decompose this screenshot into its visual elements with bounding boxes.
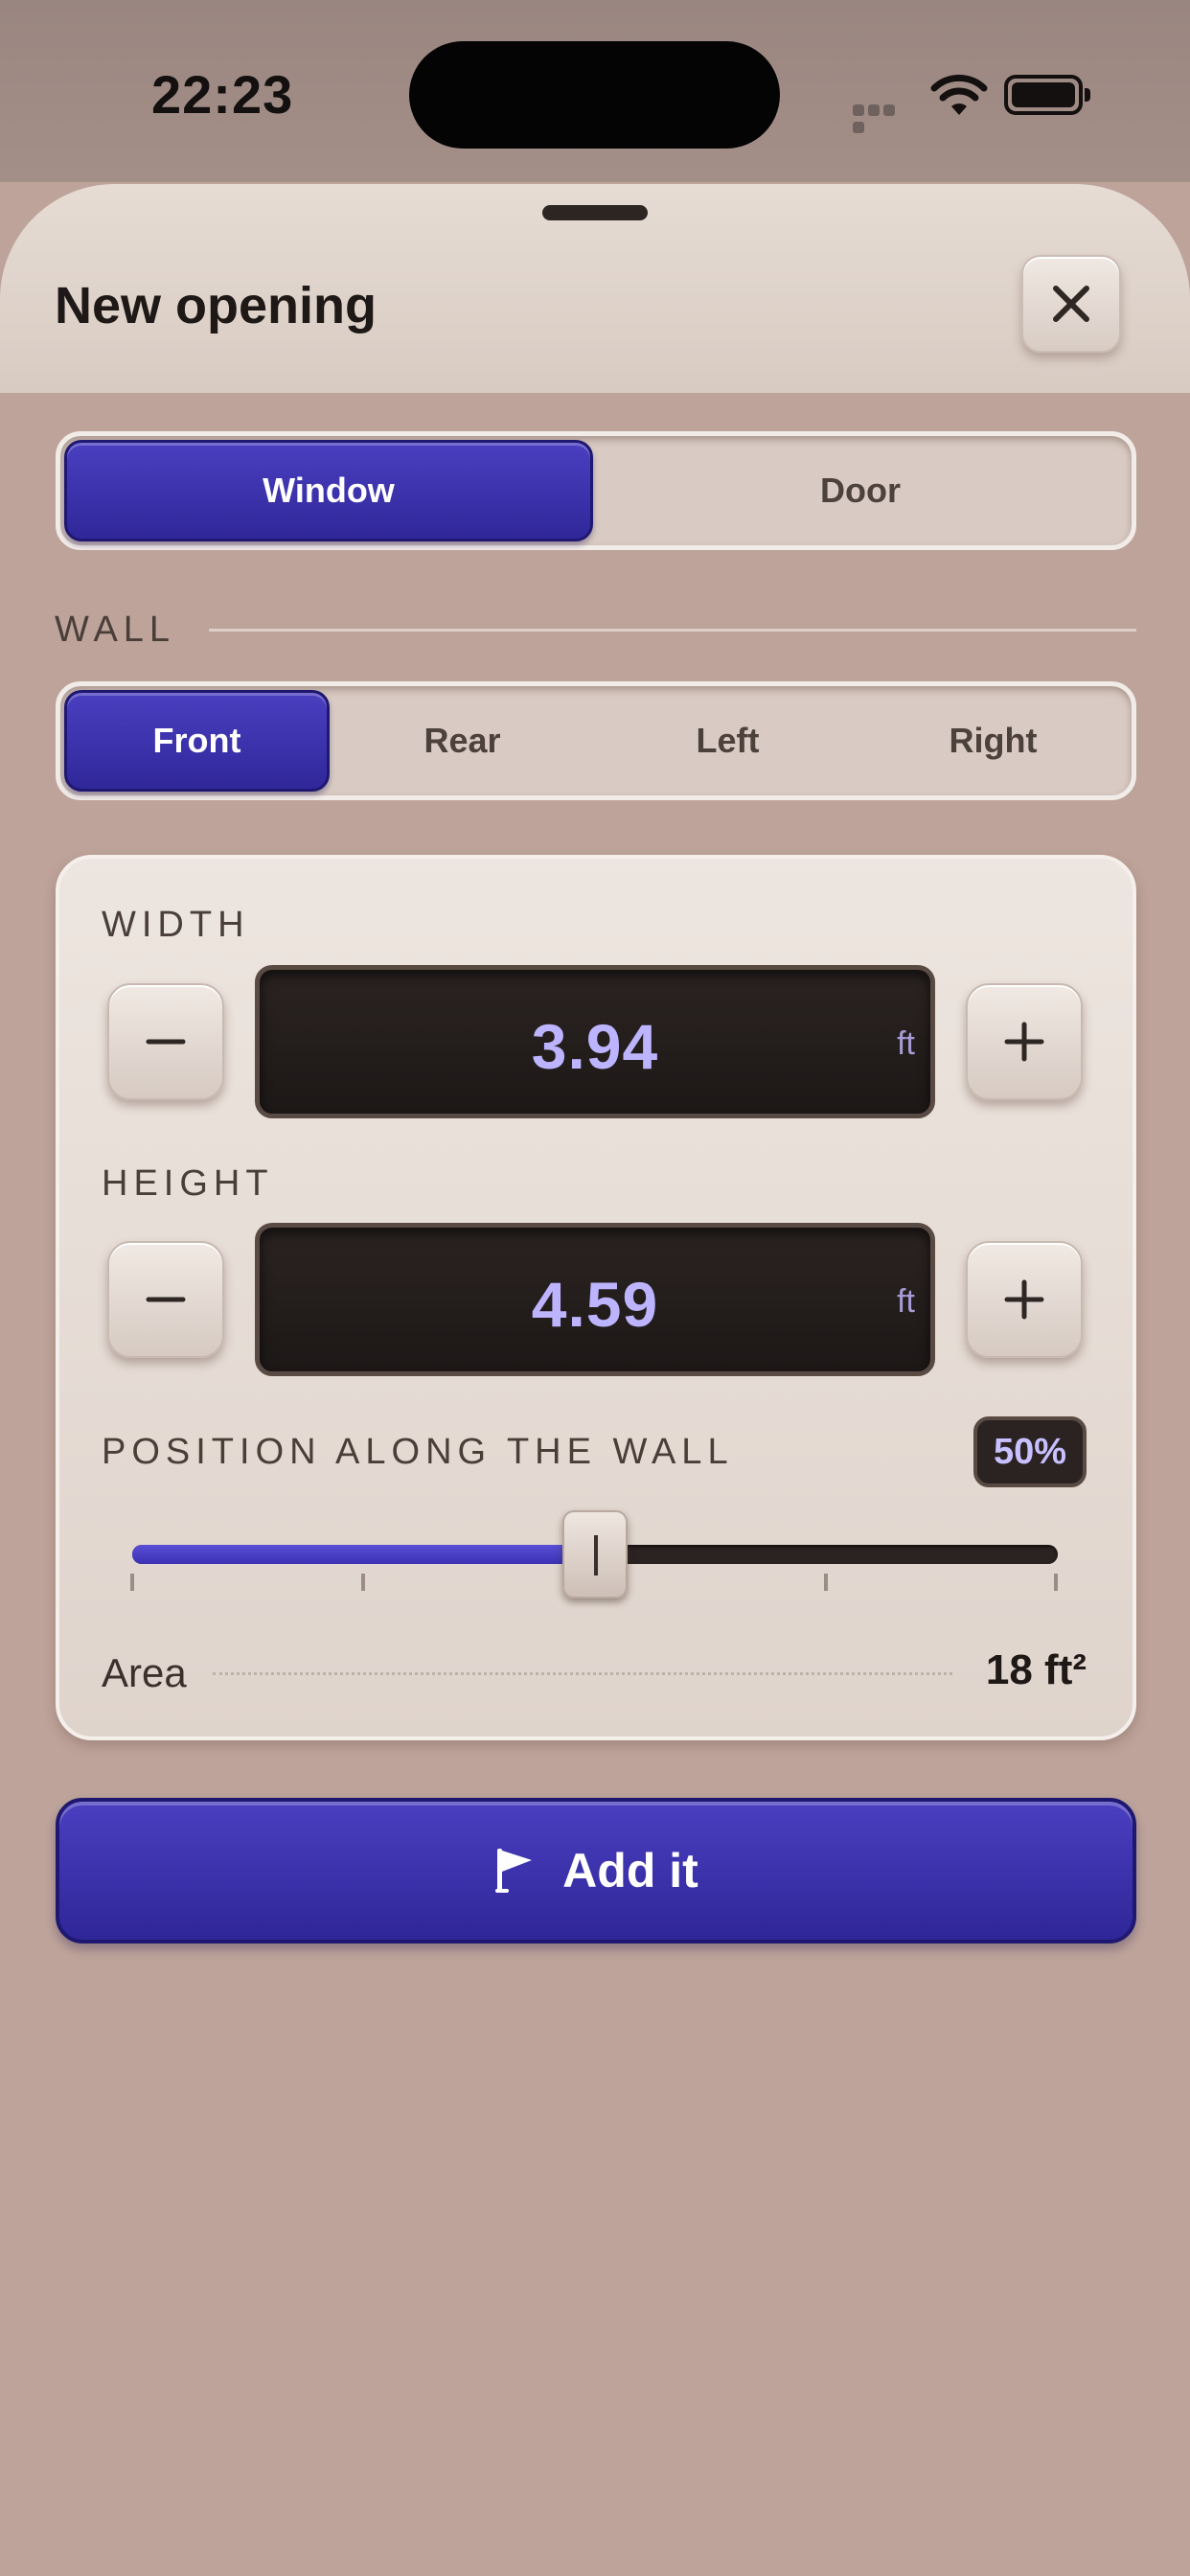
height-unit: ft — [897, 1283, 915, 1320]
close-icon — [1053, 286, 1089, 322]
sheet-title: New opening — [55, 277, 377, 334]
flag-icon — [495, 1849, 533, 1893]
position-slider-fill — [132, 1545, 595, 1564]
add-opening-button[interactable]: Add it — [56, 1798, 1136, 1944]
status-time: 22:23 — [151, 64, 294, 125]
height-label: HEIGHT — [102, 1163, 274, 1204]
segment-front[interactable]: Front — [64, 690, 330, 792]
height-value: 4.59 — [531, 1269, 659, 1340]
height-display[interactable]: 4.59 ft — [255, 1223, 935, 1376]
dynamic-island — [409, 41, 780, 149]
wall-section-label: WALL — [55, 610, 176, 650]
area-leader-dots — [213, 1672, 952, 1675]
width-display[interactable]: 3.94 ft — [255, 965, 935, 1118]
area-label: Area — [102, 1650, 187, 1695]
segment-left[interactable]: Left — [595, 690, 860, 792]
sheet-grabber[interactable] — [542, 205, 648, 220]
width-unit: ft — [897, 1025, 915, 1062]
position-slider-thumb[interactable] — [562, 1510, 628, 1598]
close-button[interactable] — [1021, 255, 1121, 353]
minus-icon — [146, 1297, 186, 1302]
position-label: POSITION ALONG THE WALL — [102, 1432, 734, 1472]
area-value: 18 ft² — [985, 1646, 1087, 1693]
plus-icon — [1004, 1022, 1044, 1062]
cellular-signal-icon — [853, 104, 912, 133]
segment-door[interactable]: Door — [593, 440, 1128, 541]
slider-tick — [130, 1574, 134, 1591]
height-increase-button[interactable] — [966, 1241, 1083, 1358]
segment-rear[interactable]: Rear — [330, 690, 595, 792]
segment-window[interactable]: Window — [64, 440, 593, 541]
width-label: WIDTH — [102, 905, 250, 945]
minus-icon — [146, 1039, 186, 1045]
slider-tick — [1054, 1574, 1058, 1591]
add-button-label: Add it — [562, 1844, 698, 1898]
section-divider — [209, 629, 1136, 632]
width-increase-button[interactable] — [966, 983, 1083, 1100]
opening-type-segmented-control: Window Door — [56, 431, 1136, 550]
width-value: 3.94 — [531, 1011, 659, 1082]
wall-segmented-control: Front Rear Left Right — [56, 681, 1136, 800]
wifi-icon — [930, 74, 988, 115]
battery-icon — [1004, 75, 1090, 115]
plus-icon — [1004, 1279, 1044, 1320]
position-value-badge: 50% — [973, 1416, 1087, 1487]
slider-tick — [361, 1574, 365, 1591]
width-decrease-button[interactable] — [107, 983, 224, 1100]
segment-right[interactable]: Right — [860, 690, 1126, 792]
slider-tick — [824, 1574, 828, 1591]
height-decrease-button[interactable] — [107, 1241, 224, 1358]
